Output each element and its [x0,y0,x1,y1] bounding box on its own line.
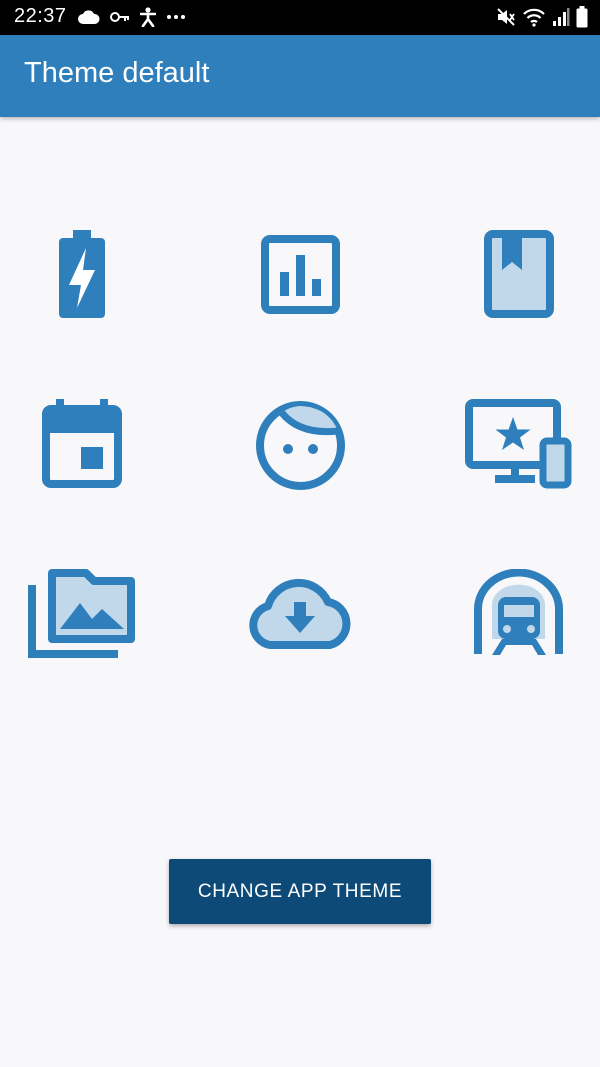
calendar-icon [42,399,122,488]
app-bar: Theme default [0,35,600,117]
signal-icon [553,8,570,26]
cloud-icon [78,10,100,24]
subway-icon [474,569,563,655]
status-left-icons [78,7,186,27]
battery-charging-icon [59,230,105,318]
status-bar: 22:37 [0,0,600,35]
accessibility-icon [140,7,156,27]
page-title: Theme default [24,57,210,89]
devices-star-icon [465,399,572,489]
more-dots-icon [167,15,185,19]
status-time: 22:37 [14,5,67,27]
face-icon [256,401,345,490]
change-app-theme-button[interactable]: CHANGE APP THEME [169,859,431,924]
battery-icon [576,6,588,28]
cloud-download-icon [249,578,351,649]
key-icon [110,12,129,22]
wifi-icon [523,8,545,27]
mute-icon [497,8,515,26]
photo-library-icon [28,569,135,658]
status-right-icons [496,6,588,28]
bar-chart-icon [261,235,340,314]
bookmark-book-icon [484,230,554,318]
